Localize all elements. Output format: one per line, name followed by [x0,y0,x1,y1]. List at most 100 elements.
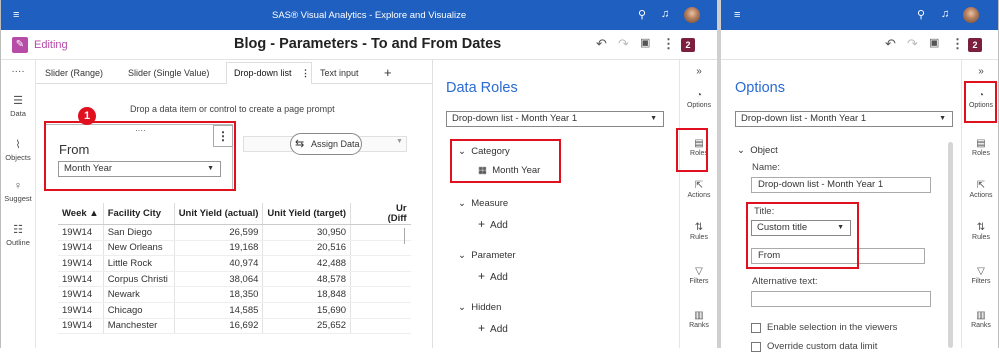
rail-filters[interactable]: ▽ Filters [962,266,999,285]
table-row[interactable]: 19W14 Manchester 16,692 25,652 [58,318,411,335]
cell: Little Rock [103,255,175,272]
options-object-select-value: Drop-down list - Month Year 1 [741,113,867,124]
roles-highlight [676,128,708,172]
rail-rules[interactable]: ⇅ Rules [962,222,999,241]
table-row[interactable]: 19W14 Newark 18,350 18,848 [58,286,411,303]
title-highlight [746,202,859,269]
rail-objects-label: Objects [5,153,31,162]
rail-ranks-label: Ranks [971,322,991,329]
options-rail-highlight [964,81,997,123]
table-row[interactable]: 19W14 Chicago 14,585 15,690 [58,302,411,319]
rail-filters[interactable]: ▽ Filters [680,266,718,285]
hamburger-menu-icon[interactable]: ≡ [734,9,740,21]
cell [350,271,411,288]
cell: 18,350 [174,286,264,303]
collapse-panel-icon[interactable]: » [962,66,999,77]
measure-label: Measure [471,198,509,209]
search-icon[interactable]: ⚲ [638,9,646,21]
col-yield-target[interactable]: Unit Yield (target) [262,203,352,225]
hidden-add-button[interactable]: + Add [478,321,508,335]
data-icon: ☰ [13,95,23,107]
enable-selection-checkbox[interactable] [751,323,761,333]
measure-add-button[interactable]: + Add [478,217,508,231]
table-row[interactable]: 19W14 Little Rock 40,974 42,488 [58,255,411,272]
redo-icon[interactable]: ↷ [907,36,918,52]
parameter-add-button[interactable]: + Add [478,269,508,283]
alt-text-field[interactable] [751,291,931,307]
options-scrollbar[interactable] [948,142,953,348]
table-row[interactable]: 19W14 Corpus Christi 38,064 48,578 [58,271,411,288]
page-count-badge[interactable]: 2 [968,38,982,52]
avatar[interactable] [963,7,979,23]
suggest-icon: ♀ [13,180,23,192]
table-row[interactable]: 19W14 San Diego 26,599 30,950 [58,224,411,241]
plus-icon: + [478,217,486,231]
rail-options-label: Options [686,102,712,109]
report-title: Blog - Parameters - To and From Dates [234,36,502,52]
rail-ranks[interactable]: ▥ Ranks [680,310,718,329]
data-table: Week ▲ Facility City Unit Yield (actual)… [58,203,411,335]
add-label: Add [490,324,508,335]
rail-more-icon[interactable]: ···· [0,66,36,77]
tab-slider-range[interactable]: Slider (Range) [45,68,103,78]
notifications-icon[interactable]: ♫ [941,8,949,20]
col-yield-actual[interactable]: Unit Yield (actual) [174,203,264,225]
tab-text-input[interactable]: Text input [320,68,359,78]
left-rail: ···· ☰ Data ⌇ Objects ♀ Suggest ☷ Outline [0,60,36,348]
hidden-section[interactable]: ⌄ Hidden [458,302,501,313]
rail-filters-label: Filters [689,278,709,285]
app-title: SAS® Visual Analytics - Explore and Visu… [272,10,467,21]
name-field[interactable]: Drop-down list - Month Year 1 [751,177,931,193]
avatar[interactable] [684,7,700,23]
assign-data-button[interactable]: ⇆ Assign Data [290,133,362,155]
rail-rules[interactable]: ⇅ Rules [680,222,718,241]
rail-actions[interactable]: ⇱ Actions [680,180,718,199]
more-menu-icon[interactable]: ⋮ [662,36,675,52]
rail-options[interactable]: ◔ Options [680,90,718,109]
save-icon[interactable]: ▣ [929,36,939,49]
rail-ranks[interactable]: ▥ Ranks [962,310,999,329]
roles-object-select[interactable]: Drop-down list - Month Year 1 ▼ [446,111,664,127]
notifications-icon[interactable]: ♫ [661,8,669,20]
more-menu-icon[interactable]: ⋮ [951,36,964,52]
rail-suggest[interactable]: ♀ Suggest [0,180,36,203]
cell: 38,064 [174,271,264,288]
cell: 26,599 [174,224,264,241]
options-object-select[interactable]: Drop-down list - Month Year 1 ▼ [735,111,953,127]
cell: 40,974 [174,255,264,272]
col-yield-diff[interactable]: Ur (Diff [350,203,411,225]
name-field-value: Drop-down list - Month Year 1 [758,179,884,190]
enable-selection-label: Enable selection in the viewers [767,322,898,333]
data-roles-title: Data Roles [446,80,518,96]
object-section[interactable]: ⌄ Object [737,145,778,156]
redo-icon[interactable]: ↷ [618,36,629,52]
parameter-section[interactable]: ⌄ Parameter [458,250,516,261]
hamburger-menu-icon[interactable]: ≡ [13,9,19,21]
tab-menu-icon[interactable]: ⋮ [301,68,310,79]
rail-roles[interactable]: ▤ Roles [962,138,999,157]
hidden-label: Hidden [471,302,502,313]
rail-actions[interactable]: ⇱ Actions [962,180,999,199]
col-week[interactable]: Week ▲ [58,203,104,225]
undo-icon[interactable]: ↶ [596,36,607,52]
save-icon[interactable]: ▣ [640,36,650,49]
collapse-panel-icon[interactable]: » [680,66,718,77]
rail-outline[interactable]: ☷ Outline [0,223,36,247]
cell: San Diego [103,224,175,241]
edit-pencil-icon[interactable]: ✎ [12,37,28,53]
col-facility-city[interactable]: Facility City [103,203,175,225]
tab-slider-single[interactable]: Slider (Single Value) [128,68,209,78]
page-count-badge[interactable]: 2 [681,38,695,52]
undo-icon[interactable]: ↶ [885,36,896,52]
rail-objects[interactable]: ⌇ Objects [0,138,36,162]
search-icon[interactable]: ⚲ [917,9,925,21]
override-limit-checkbox[interactable] [751,342,761,352]
rail-data[interactable]: ☰ Data [0,94,36,118]
tab-dropdown-list[interactable]: Drop-down list [234,68,292,78]
cell: 48,578 [262,271,352,288]
measure-section[interactable]: ⌄ Measure [458,198,508,209]
add-tab-button[interactable]: + [384,65,392,80]
rail-outline-label: Outline [6,238,30,247]
ranks-icon: ▥ [694,310,704,321]
table-row[interactable]: 19W14 New Orleans 19,168 20,516 [58,240,411,257]
